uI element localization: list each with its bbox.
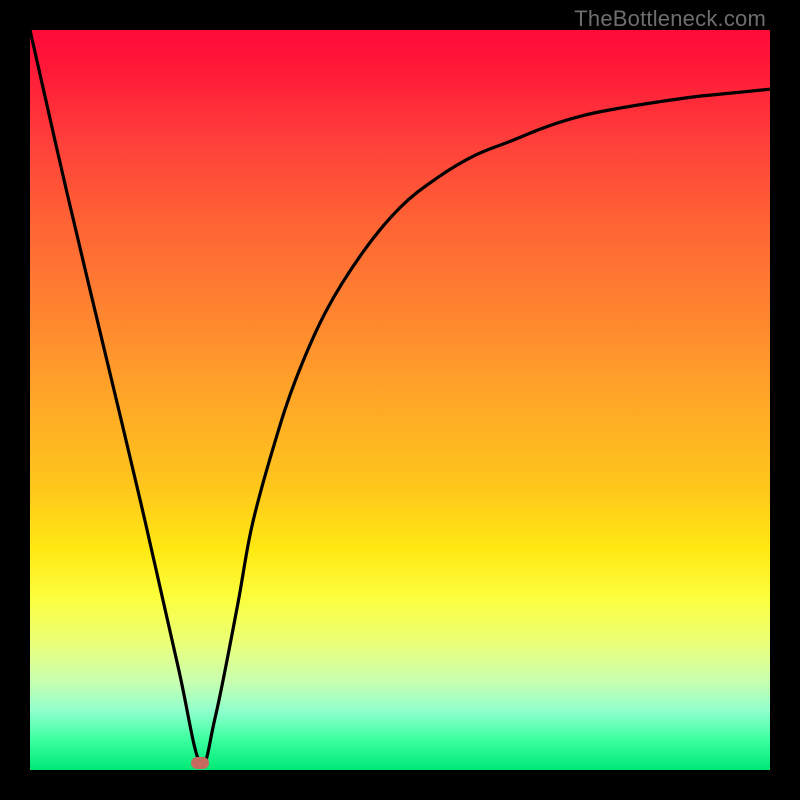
bottleneck-curve <box>30 30 770 765</box>
chart-frame: TheBottleneck.com <box>0 0 800 800</box>
watermark-text: TheBottleneck.com <box>574 6 766 32</box>
optimal-point-marker <box>191 757 209 769</box>
curve-svg <box>30 30 770 770</box>
plot-area <box>30 30 770 770</box>
